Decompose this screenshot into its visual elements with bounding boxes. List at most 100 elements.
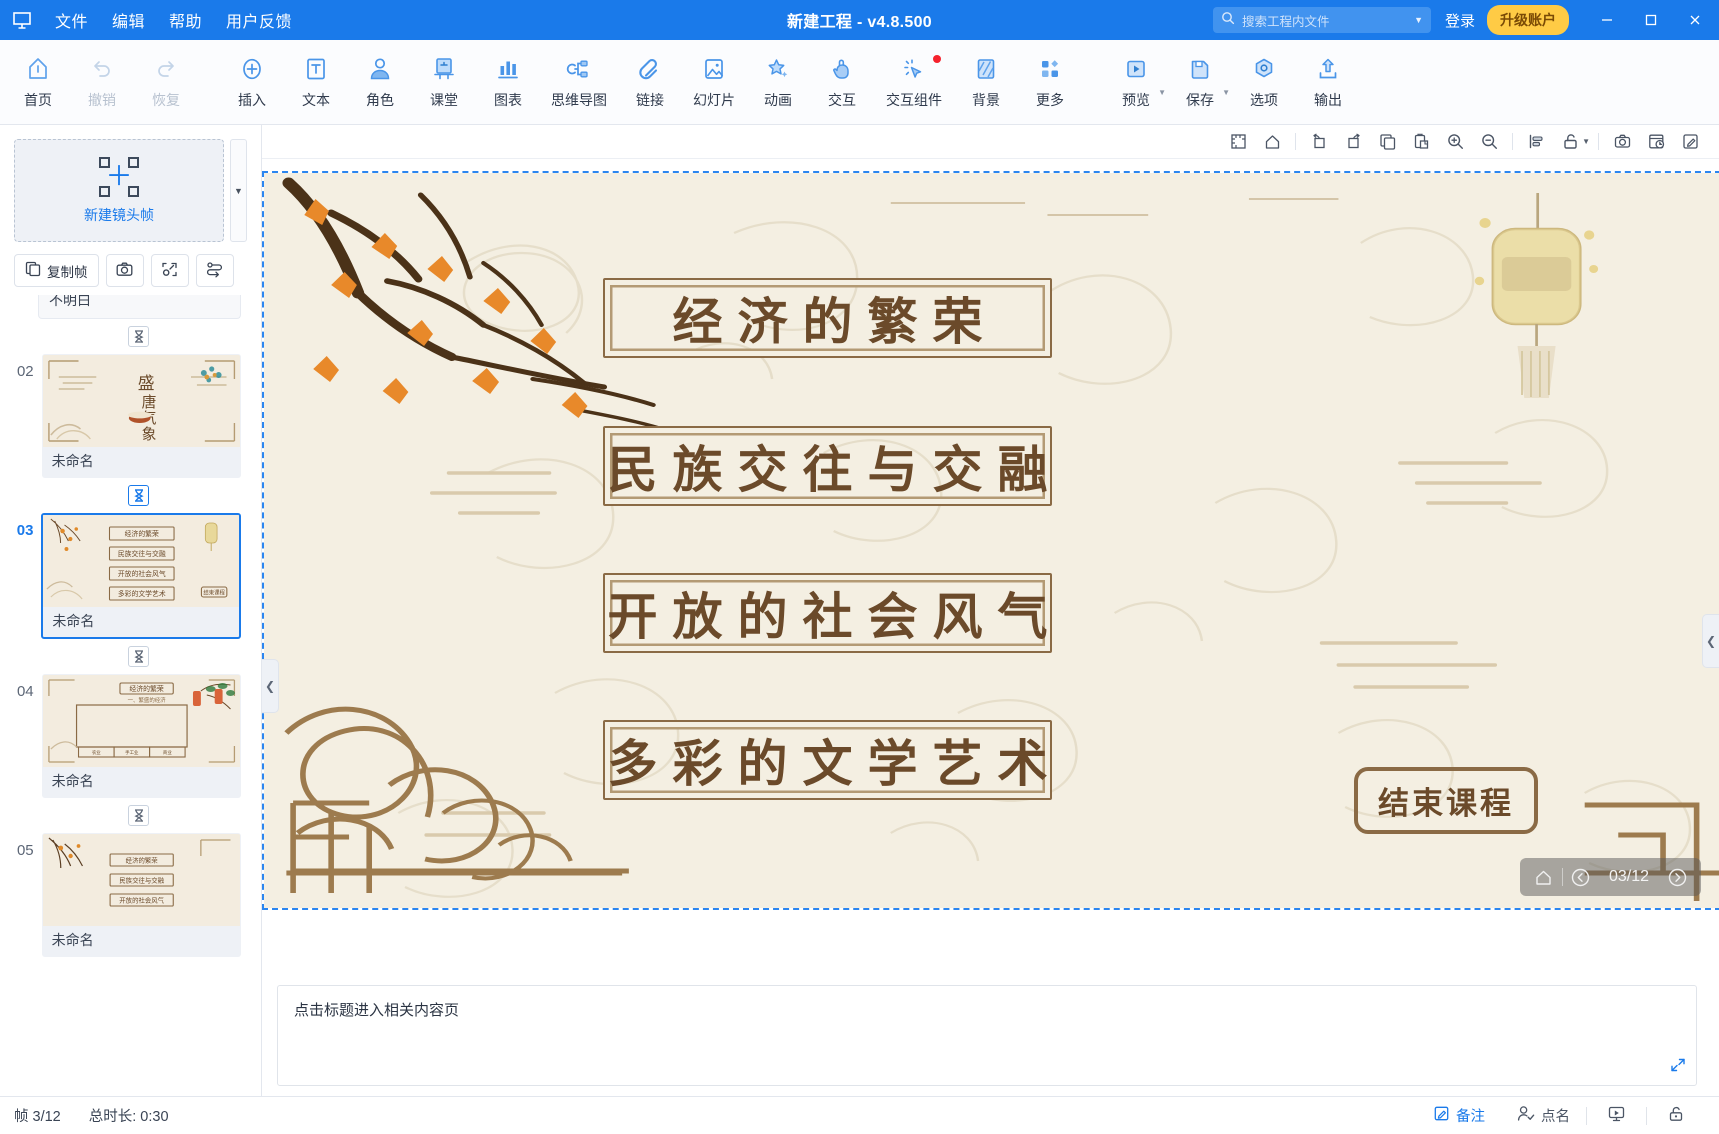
save-disk-icon [1187,55,1213,83]
roll-call-button[interactable]: 点名 [1501,1097,1586,1134]
frames-list[interactable]: 不明白 02 盛 唐 象 未命名 03 经济的繁荣 民族交往与交融 开放的社会风… [0,295,261,1096]
ribbon-preview[interactable]: ▼ 预览 [1104,45,1168,119]
collapse-right-panel-button[interactable]: ❮ [1702,614,1719,668]
slide-image-icon [701,55,727,83]
svg-text:唐: 唐 [141,394,156,411]
menu-item-feedback[interactable]: 用户反馈 [215,3,303,37]
chevron-down-icon[interactable]: ▼ [1222,88,1230,97]
rotate-right-icon[interactable] [1336,128,1370,156]
hourglass-icon [128,646,149,667]
history-icon[interactable] [1639,128,1673,156]
reorder-frames-button[interactable] [195,254,234,287]
ribbon-save[interactable]: ▼ 保存 [1168,45,1232,119]
paste-icon[interactable] [1404,128,1438,156]
edit-pencil-icon[interactable] [1673,128,1707,156]
notes-input[interactable]: 点击标题进入相关内容页 [277,985,1697,1086]
search-input[interactable]: 搜索工程内文件 ▼ [1212,7,1431,33]
frame-item-05[interactable]: 05 经济的繁荣 民族交往与交融 开放的社会风气 未命名 [0,833,261,957]
ribbon-link[interactable]: 链接 [618,45,682,119]
frame-delay-marker[interactable] [0,478,261,513]
ribbon-options[interactable]: 选项 [1232,45,1296,119]
frame-delay-marker[interactable] [0,798,261,833]
frame-thumbnail: 经济的繁荣 一、繁盛的经济 农业 手工业 商业 [42,675,240,767]
chevron-down-icon[interactable]: ▼ [1582,137,1590,146]
frame-delay-marker[interactable] [0,319,261,354]
ribbon-interaction[interactable]: 交互 [810,45,874,119]
svg-text:民族交往与交融: 民族交往与交融 [118,549,166,558]
status-bar: 帧 3/12 总时长: 0:30 备注 点名 [0,1096,1719,1134]
snapshot-camera-icon[interactable] [1605,128,1639,156]
ribbon-text[interactable]: 文本 [284,45,348,119]
notes-text: 点击标题进入相关内容页 [294,1002,460,1019]
svg-text:盛: 盛 [137,374,154,393]
chevron-down-icon[interactable]: ▼ [1158,88,1166,97]
ribbon-mindmap-label: 思维导图 [551,91,607,108]
expand-arrows-icon[interactable] [1670,1057,1686,1077]
ribbon-background[interactable]: 背景 [954,45,1018,119]
home-frame-icon[interactable] [1255,128,1289,156]
ribbon-export[interactable]: 输出 [1296,45,1360,119]
zoom-in-icon[interactable] [1438,128,1472,156]
menu-item-help[interactable]: 帮助 [158,3,213,37]
slide-title-box-1[interactable]: 经济的繁荣 [603,278,1052,358]
fit-frame-button[interactable] [150,254,189,287]
capture-frame-button[interactable] [105,254,144,287]
home-icon[interactable] [1526,858,1562,896]
ribbon-undo[interactable]: 撤销 [70,45,134,119]
ribbon-role-label: 角色 [366,91,394,108]
frame-item-02[interactable]: 02 盛 唐 气 [0,354,261,478]
present-screen-button[interactable] [1587,1097,1646,1134]
ribbon-redo[interactable]: 恢复 [134,45,198,119]
sidebar-scroll-down-button[interactable]: ▼ [230,139,247,242]
upgrade-account-button[interactable]: 升级账户 [1487,5,1569,35]
new-frame-button[interactable]: ＋ 新建镜头帧 [14,139,224,242]
next-circle-icon[interactable] [1659,858,1695,896]
slide-title-box-3[interactable]: 开放的社会风气 [603,573,1052,653]
app-window: 文件 编辑 帮助 用户反馈 新建工程 - v4.8.500 搜索工程内文件 ▼ … [0,0,1719,1134]
ribbon-options-label: 选项 [1250,91,1278,108]
ribbon-export-label: 输出 [1314,91,1342,108]
ribbon-slideshow[interactable]: 幻灯片 [682,45,746,119]
ruler-icon[interactable] [1221,128,1255,156]
export-upload-icon [1315,55,1341,83]
chevron-down-icon[interactable]: ▼ [1414,15,1423,25]
end-course-button[interactable]: 结束课程 [1354,767,1538,834]
animation-star-icon [765,55,791,83]
slide-title-box-4[interactable]: 多彩的文学艺术 [603,720,1052,800]
menu-item-edit[interactable]: 编辑 [101,3,156,37]
copy-frame-button[interactable]: 复制帧 [14,254,99,287]
ribbon-insert[interactable]: 插入 [220,45,284,119]
slide-title-box-2[interactable]: 民族交往与交融 [603,426,1052,506]
ribbon-chart[interactable]: 图表 [476,45,540,119]
ribbon-background-label: 背景 [972,91,1000,108]
maximize-button[interactable] [1629,0,1673,40]
copy-icon[interactable] [1370,128,1404,156]
ribbon-role[interactable]: 角色 [348,45,412,119]
ribbon-animation[interactable]: 动画 [746,45,810,119]
lock-button[interactable] [1647,1097,1705,1134]
frame-item-03[interactable]: 03 经济的繁荣 民族交往与交融 开放的社会风气 多彩的文学艺术 结束课程 未命… [0,513,261,639]
close-button[interactable] [1673,0,1717,40]
frame-number: 05 [16,842,34,859]
frame-delay-marker[interactable] [0,639,261,674]
login-button[interactable]: 登录 [1445,10,1475,31]
minimize-button[interactable] [1585,0,1629,40]
ribbon-interaction-component[interactable]: 交互组件 [874,45,954,119]
menu-item-file[interactable]: 文件 [44,3,99,37]
slide-stage[interactable]: 经济的繁荣 民族交往与交融 开放的社会风气 多彩的文学艺术 结束课程 03/12… [262,159,1719,976]
zoom-out-icon[interactable] [1472,128,1506,156]
ribbon-mindmap[interactable]: 思维导图 [540,45,618,119]
slide-canvas[interactable]: 经济的繁荣 民族交往与交融 开放的社会风气 多彩的文学艺术 结束课程 03/12 [262,171,1719,910]
search-icon [1221,11,1235,30]
collapse-sidebar-button[interactable]: ❮ [262,659,279,713]
ribbon-classroom[interactable]: 课堂 [412,45,476,119]
prev-circle-icon[interactable] [1563,858,1599,896]
ribbon-home[interactable]: 首页 [6,45,70,119]
notes-toggle-button[interactable]: 备注 [1417,1097,1501,1134]
app-logo-icon[interactable] [0,10,44,30]
rotate-left-icon[interactable] [1302,128,1336,156]
align-icon[interactable] [1519,128,1553,156]
ribbon-more[interactable]: 更多 [1018,45,1082,119]
frame-item-04[interactable]: 04 经济的繁荣 一、繁盛的经济 农业 手工业 商业 未命名 [0,674,261,798]
roll-call-icon [1517,1105,1535,1126]
